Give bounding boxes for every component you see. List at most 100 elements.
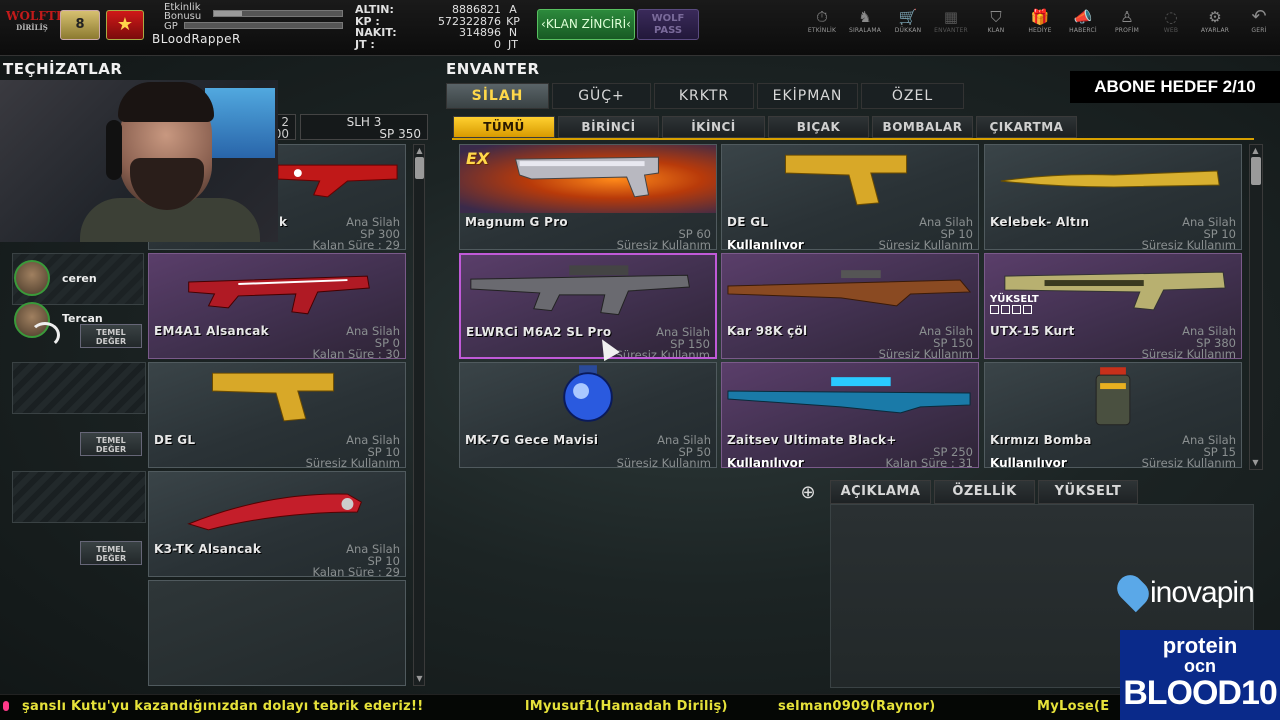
inventory-item-card[interactable]: YÜKSELT UTX-15 Kurt Ana Silah SP 380 Sür… <box>984 253 1242 359</box>
nav-profile-button[interactable]: ♙ PROFİM <box>1106 8 1148 44</box>
subtab-knife[interactable]: BIÇAK <box>768 116 869 138</box>
scroll-thumb[interactable] <box>415 157 424 179</box>
zoom-in-icon[interactable]: ⊕ <box>795 482 821 504</box>
nav-label: PROFİM <box>1114 27 1140 34</box>
star-rank-icon[interactable]: ★ <box>106 10 144 40</box>
item-time: Süresiz Kullanım <box>616 456 711 468</box>
nav-label: WEB <box>1163 27 1179 34</box>
inventory-item-card-selected[interactable]: ELWRCi M6A2 SL Pro Ana Silah SP 150 Süre… <box>459 253 717 359</box>
scroll-up-icon[interactable]: ▲ <box>1251 145 1260 157</box>
currency-unit: JT <box>508 37 518 51</box>
rifle-image <box>470 265 690 316</box>
nav-label: ENVANTER <box>934 27 968 34</box>
inventory-item-card[interactable]: EX Magnum G Pro SP 60 Süresiz Kullanım <box>459 144 717 250</box>
nav-event-button[interactable]: ⏱ ETKİNLİK <box>801 8 843 44</box>
inventory-item-card[interactable]: Kar 98K çöl Ana Silah SP 150 Süresiz Kul… <box>721 253 979 359</box>
nav-label: HABERCİ <box>1069 27 1097 34</box>
ticker-dot-icon <box>3 701 9 711</box>
bomb-image <box>1095 367 1131 426</box>
scroll-down-icon[interactable]: ▼ <box>415 673 424 685</box>
scroll-down-icon[interactable]: ▼ <box>1251 457 1260 469</box>
megaphone-icon: 📣 <box>1073 8 1093 26</box>
tab-special[interactable]: ÖZEL <box>861 83 964 109</box>
nav-back-button[interactable]: ↶ GERİ <box>1238 8 1280 44</box>
equipment-title: TEÇHİZATLAR <box>3 60 123 78</box>
gift-icon: 🎁 <box>1030 8 1050 26</box>
base-value-button[interactable]: TEMEL DEĞER <box>80 432 142 456</box>
subtab-underline <box>452 138 1254 140</box>
nav-label: GERİ <box>1251 27 1267 34</box>
ticker-message: lMyusuf1(Hamadah Diriliş) <box>525 699 728 714</box>
sponsor-text: ocn <box>1183 656 1216 676</box>
nav-ranking-button[interactable]: ♞ SIRALAMA <box>844 8 886 44</box>
subtab-secondary[interactable]: İKİNCİ <box>662 116 765 138</box>
inventory-item-card[interactable]: Kelebek- Altın Ana Silah SP 10 Süresiz K… <box>984 144 1242 250</box>
nav-label: HEDİYE <box>1028 27 1052 34</box>
equipped-card-2[interactable]: EM4A1 Alsancak Ana Silah SP 0 Kalan Süre… <box>148 253 406 359</box>
tab-upgrade[interactable]: YÜKSELT <box>1038 480 1138 504</box>
base-value-button[interactable]: TEMEL DEĞER <box>80 541 142 565</box>
subtab-grenades[interactable]: BOMBALAR <box>872 116 973 138</box>
nav-settings-button[interactable]: ⚙ AYARLAR <box>1194 8 1236 44</box>
profile-icon: ♙ <box>1120 8 1134 26</box>
base-value-button[interactable]: TEMEL DEĞER <box>80 324 142 348</box>
tab-power[interactable]: GÜÇ+ <box>552 83 651 109</box>
webcam-person-hair <box>118 82 214 122</box>
rank-avatar[interactable]: 8 <box>60 10 100 40</box>
tab-properties[interactable]: ÖZELLİK <box>934 480 1035 504</box>
nav-clan-button[interactable]: ⛉ KLAN <box>975 8 1017 44</box>
shield-icon: ⛉ <box>990 8 1002 26</box>
subtab-all[interactable]: TÜMÜ <box>453 116 555 138</box>
item-name: K3-TK Alsancak <box>154 542 262 556</box>
shotgun-image <box>514 156 659 198</box>
item-name: EM4A1 Alsancak <box>154 324 269 338</box>
empty-slot[interactable] <box>12 362 146 414</box>
tab-equipment[interactable]: EKİPMAN <box>757 83 858 109</box>
item-name: Zaitsev Ultimate Black+ <box>727 433 897 447</box>
subtab-stickers[interactable]: ÇIKARTMA <box>976 116 1077 138</box>
equipment-scrollbar[interactable]: ▲ ▼ <box>413 144 425 686</box>
item-time: Süresiz Kullanım <box>878 238 973 250</box>
tab-weapon[interactable]: SİLAH <box>446 83 549 109</box>
item-time: Süresiz Kullanım <box>615 348 710 359</box>
subtab-primary[interactable]: BİRİNCİ <box>558 116 659 138</box>
in-use-label: Kullanılıyor <box>990 456 1067 468</box>
equipped-card-empty[interactable] <box>148 580 406 686</box>
clan-chain-button[interactable]: ‹KLAN ZİNCİRİ‹ <box>537 9 635 40</box>
nav-web-button[interactable]: ◌ WEB <box>1150 8 1192 44</box>
friend-name: ceren <box>62 272 97 285</box>
inventory-item-card[interactable]: Kırmızı Bomba Ana Silah SP 15 Kullanılıy… <box>984 362 1242 468</box>
nav-label: SIRALAMA <box>848 27 882 34</box>
equipped-card-4[interactable]: K3-TK Alsancak Ana Silah SP 10 Kalan Sür… <box>148 471 406 577</box>
pistol-image <box>785 154 908 206</box>
gp-bar <box>184 22 343 29</box>
inventory-item-card[interactable]: MK-7G Gece Mavisi Ana Silah SP 50 Süresi… <box>459 362 717 468</box>
nav-label: AYARLAR <box>1200 27 1230 34</box>
tab-character[interactable]: KRKTR <box>654 83 754 109</box>
nav-shop-button[interactable]: 🛒 DÜKKAN <box>887 8 929 44</box>
nav-label: KLAN <box>987 27 1005 34</box>
empty-slot[interactable] <box>12 471 146 523</box>
slot-tab-3[interactable]: SLH 3 SP 350 <box>300 114 428 140</box>
tab-description[interactable]: AÇIKLAMA <box>830 480 931 504</box>
temel-label: TEMEL <box>96 436 126 445</box>
item-time: Kalan Süre : 29 <box>312 565 400 577</box>
webcam-background-light <box>205 88 275 158</box>
scroll-up-icon[interactable]: ▲ <box>415 145 424 157</box>
scroll-thumb[interactable] <box>1251 157 1261 185</box>
equipped-card-3[interactable]: DE GL Ana Silah SP 10 Süresiz Kullanım <box>148 362 406 468</box>
nav-messenger-button[interactable]: 📣 HABERCİ <box>1062 8 1104 44</box>
currency-key: ALTIN: <box>355 3 394 16</box>
item-time: Kalan Süre : 31 <box>885 456 973 468</box>
headset-icon <box>106 120 122 180</box>
nav-inventory-button[interactable]: ▦ ENVANTER <box>930 8 972 44</box>
username: BLoodRappeR <box>152 32 241 46</box>
wolf-pass-button[interactable]: WOLF PASS <box>637 9 699 40</box>
inventory-item-card[interactable]: Zaitsev Ultimate Black+ SP 250 Kullanılı… <box>721 362 979 468</box>
nav-gift-button[interactable]: 🎁 HEDİYE <box>1019 8 1061 44</box>
back-arrow-icon: ↶ <box>1251 6 1267 27</box>
inventory-scrollbar[interactable]: ▲ ▼ <box>1249 144 1263 470</box>
inventory-item-card[interactable]: DE GL Ana Silah SP 10 Kullanılıyor Süres… <box>721 144 979 250</box>
item-time: Süresiz Kullanım <box>1141 347 1236 359</box>
sponsor-text: inovapin <box>1150 576 1255 609</box>
